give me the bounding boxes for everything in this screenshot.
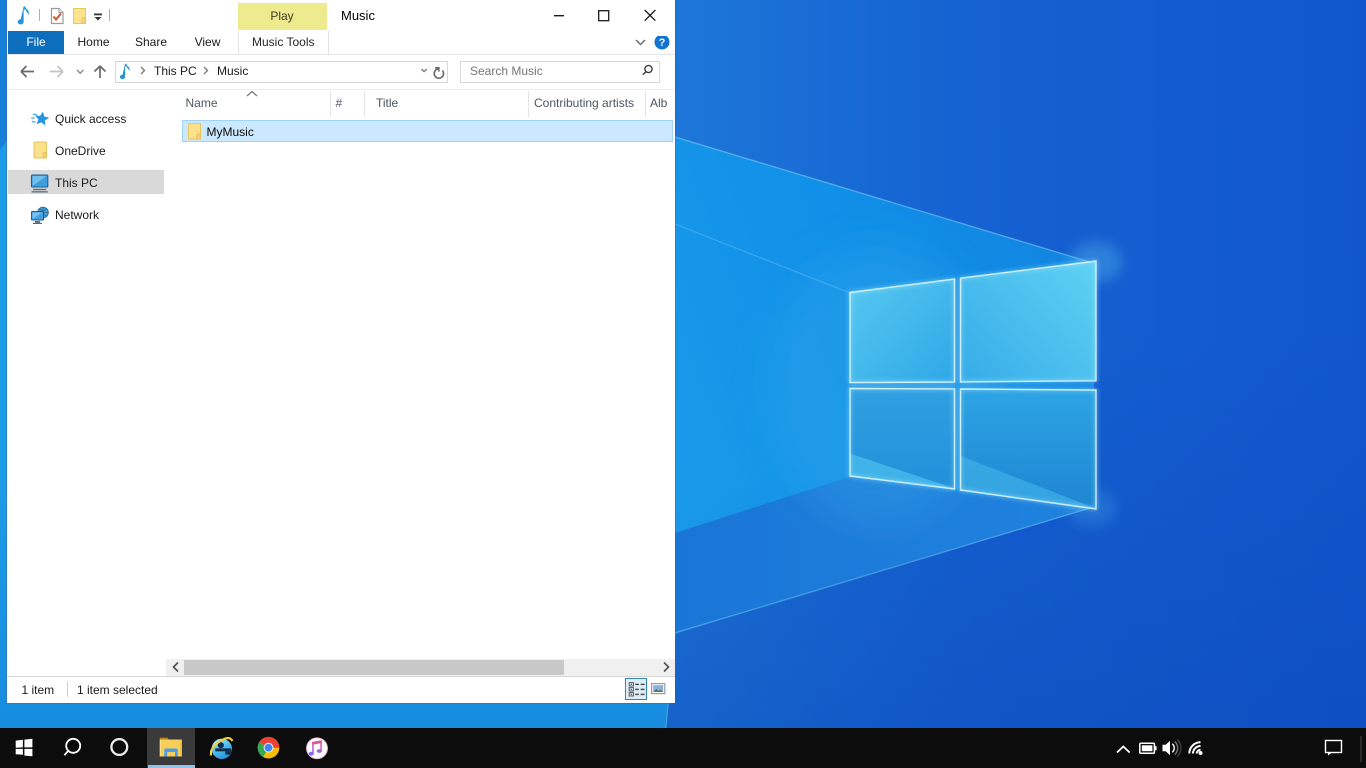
svg-text:?: ?: [659, 37, 666, 49]
